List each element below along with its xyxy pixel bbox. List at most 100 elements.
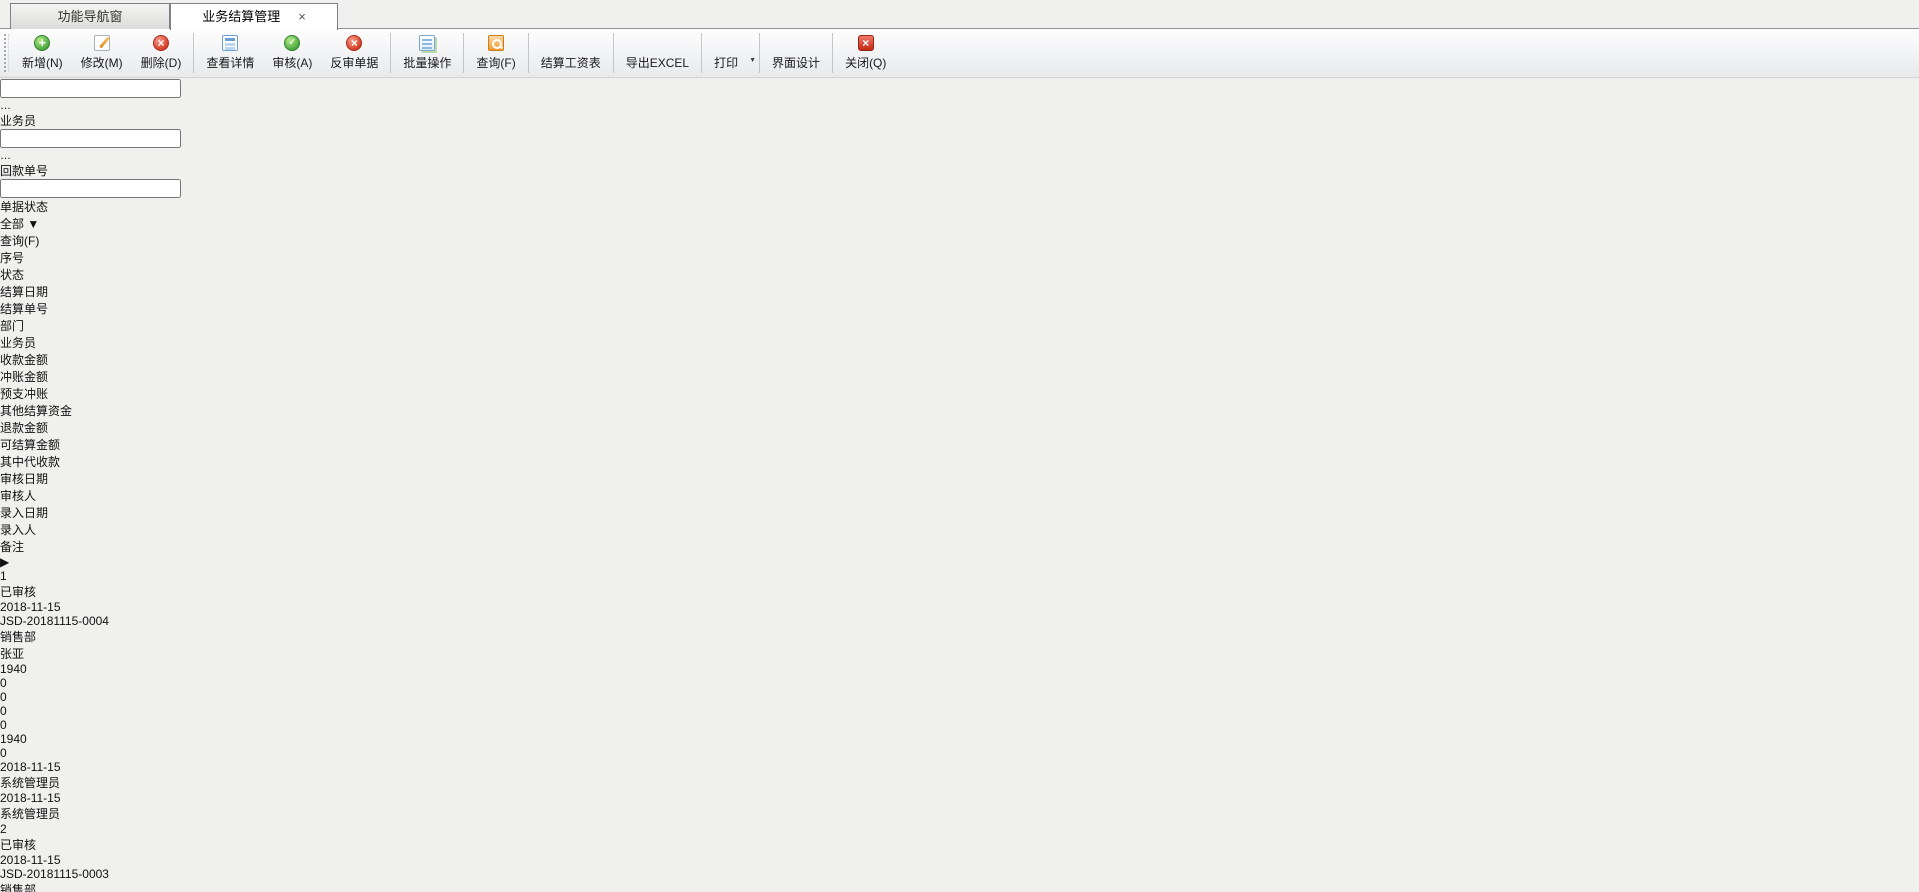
cell-collect: 0 — [0, 746, 85, 760]
salesman-label: 业务员 — [0, 114, 36, 128]
column-header-doc_no[interactable]: 结算单号 — [0, 300, 128, 317]
toolbar-button-label: 新增(N) — [22, 54, 63, 71]
delete-icon — [153, 35, 169, 51]
toolbar-button-delete[interactable]: 删除(D) — [132, 31, 191, 75]
toolbar-grip-handle[interactable] — [4, 34, 9, 72]
cell-status: 已审核 — [0, 836, 71, 853]
status-text: 已审核 — [0, 838, 36, 852]
toolbar-button-label: 导出EXCEL — [626, 54, 689, 71]
toolbar-button-add[interactable]: 新增(N) — [13, 31, 72, 75]
unaudit-icon — [346, 35, 362, 51]
cell-status: 已审核 — [0, 583, 71, 600]
toolbar-button-edit[interactable]: 修改(M) — [72, 31, 132, 75]
column-header-entry_date[interactable]: 录入日期 — [0, 504, 82, 521]
column-header-amount[interactable]: 收款金额 — [0, 351, 88, 368]
salesman-field: … — [0, 129, 95, 162]
tab-function-navigation[interactable]: 功能导航窗 — [10, 3, 170, 29]
column-header-audit_date[interactable]: 审核日期 — [0, 470, 90, 487]
column-header-dept[interactable]: 部门 — [0, 317, 100, 334]
column-header-remark[interactable]: 备注 — [0, 538, 97, 555]
column-header-offset[interactable]: 冲账金额 — [0, 368, 80, 385]
column-header-advance[interactable]: 预支冲账 — [0, 385, 75, 402]
payroll-sheet-icon — [563, 35, 579, 51]
toolbar-button-label: 结算工资表 — [541, 54, 601, 71]
query-button[interactable]: 查询(F) — [0, 232, 1919, 249]
print-icon — [718, 35, 734, 51]
query-button-label: 查询(F) — [0, 234, 39, 248]
ellipsis-lookup-icon[interactable]: … — [0, 100, 11, 112]
search-icon — [488, 35, 504, 51]
cell-entry_date: 2018-11-15 — [0, 791, 82, 805]
salesman-input[interactable] — [0, 129, 181, 148]
toolbar-button-search[interactable]: 查询(F) — [467, 31, 524, 75]
column-header-other[interactable]: 其他结算资金 — [0, 402, 80, 419]
toolbar-separator — [390, 33, 391, 73]
table-row[interactable]: 2已审核2018-11-15JSD-20181115-0003销售部张亚2760… — [0, 822, 1919, 892]
chevron-down-icon[interactable]: ▼ — [27, 217, 39, 231]
cell-doc_no: JSD-20181115-0003 — [0, 867, 128, 881]
toolbar-button-label: 界面设计 — [772, 54, 820, 71]
toolbar-separator — [613, 33, 614, 73]
toolbar-button-label: 查询(F) — [476, 54, 515, 71]
tab-bar: 功能导航窗 业务结算管理 × — [0, 0, 1919, 29]
toolbar-button-audit-check[interactable]: 审核(A) — [263, 31, 321, 75]
add-icon — [34, 35, 50, 51]
column-header-entry_by[interactable]: 录入人 — [0, 521, 83, 538]
chevron-down-icon[interactable]: ▼ — [749, 43, 756, 64]
column-header-collect[interactable]: 其中代收款 — [0, 453, 85, 470]
cell-seq: 2 — [0, 822, 37, 836]
cell-settleable: 1940 — [0, 732, 85, 746]
toolbar-button-ui-design[interactable]: 界面设计 — [763, 31, 829, 75]
cell-audit_date: 2018-11-15 — [0, 760, 90, 774]
toolbar-button-view-details[interactable]: 查看详情 — [197, 31, 263, 75]
view-details-icon — [222, 35, 238, 51]
toolbar-separator — [193, 33, 194, 73]
toolbar-button-export-excel[interactable]: 导出EXCEL — [617, 31, 698, 75]
toolbar-button-print[interactable]: 打印 — [705, 31, 747, 75]
doc-status-combo[interactable]: 全部 ▼ — [0, 215, 64, 232]
batch-operation-icon — [419, 35, 435, 51]
toolbar-button-payroll-sheet[interactable]: 结算工资表 — [532, 31, 610, 75]
toolbar-separator — [832, 33, 833, 73]
column-header-settle_date[interactable]: 结算日期 — [0, 283, 89, 300]
table-header-row: 序号状态结算日期结算单号部门业务员收款金额冲账金额预支冲账其他结算资金退款金额可… — [0, 249, 1919, 555]
column-header-seq[interactable]: 序号 — [0, 249, 37, 266]
toolbar-button-label: 审核(A) — [272, 54, 312, 71]
row-selector-cell: ▶ — [0, 555, 20, 569]
tab-business-settlement[interactable]: 业务结算管理 × — [170, 3, 338, 30]
receipt-no-field — [0, 179, 110, 198]
column-header-status[interactable]: 状态 — [0, 266, 71, 283]
toolbar-button-label: 删除(D) — [141, 54, 182, 71]
toolbar-button-close[interactable]: 关闭(Q) — [836, 31, 895, 75]
cell-salesman: 张亚 — [0, 645, 87, 662]
tab-label: 业务结算管理 — [202, 9, 280, 24]
column-header-refund[interactable]: 退款金额 — [0, 419, 75, 436]
cell-other: 0 — [0, 704, 80, 718]
cell-seq: 1 — [0, 569, 37, 583]
edit-icon — [94, 35, 110, 51]
cell-advance: 0 — [0, 690, 75, 704]
receipt-no-input[interactable] — [0, 179, 181, 198]
cell-auditor: 系统管理员 — [0, 774, 83, 791]
cell-dept: 销售部 — [0, 881, 100, 892]
dept-field: … — [0, 79, 97, 112]
ellipsis-lookup-icon[interactable]: … — [0, 150, 11, 162]
toolbar-button-label: 修改(M) — [81, 54, 123, 71]
column-header-auditor[interactable]: 审核人 — [0, 487, 83, 504]
toolbar: 新增(N) 修改(M) 删除(D) 查看详情 审核(A) 反审单据批量操作查询(F) 结算工… — [0, 29, 1919, 78]
status-text: 已审核 — [0, 585, 36, 599]
tab-label: 功能导航窗 — [57, 9, 122, 24]
toolbar-separator — [759, 33, 760, 73]
table-row[interactable]: ▶1已审核2018-11-15JSD-20181115-0004销售部张亚194… — [0, 555, 1919, 822]
cell-offset: 0 — [0, 676, 80, 690]
tab-close-icon[interactable]: × — [298, 4, 306, 29]
toolbar-button-batch-operation[interactable]: 批量操作 — [394, 31, 460, 75]
toolbar-button-label: 关闭(Q) — [845, 54, 886, 71]
dept-input[interactable] — [0, 79, 181, 98]
toolbar-button-unaudit[interactable]: 反审单据 — [321, 31, 387, 75]
receipt-no-label: 回款单号 — [0, 164, 48, 178]
column-header-salesman[interactable]: 业务员 — [0, 334, 87, 351]
column-header-settleable[interactable]: 可结算金额 — [0, 436, 85, 453]
toolbar-button-label: 查看详情 — [206, 54, 254, 71]
toolbar-separator — [463, 33, 464, 73]
